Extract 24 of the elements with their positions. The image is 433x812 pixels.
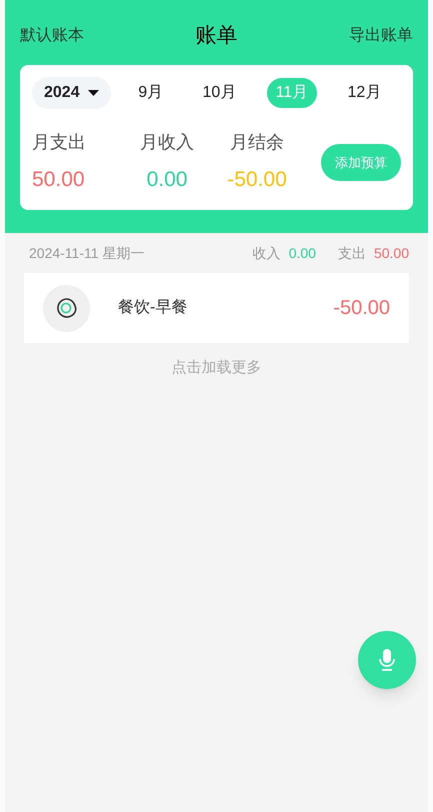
summary-value: 50.00 — [32, 167, 85, 193]
month-tab[interactable]: 12月 — [338, 78, 390, 108]
income-value: 0.00 — [288, 244, 316, 262]
amount-value: -50.00 — [333, 296, 390, 321]
transaction-row[interactable]: 餐饮-早餐 -50.00 — [24, 273, 409, 343]
year-dropdown[interactable]: 2024 — [32, 77, 111, 109]
category-icon — [43, 284, 90, 332]
summary-label: 月收入 — [140, 131, 194, 154]
month-tab[interactable]: 10月 — [193, 78, 246, 108]
summary-value: 0.00 — [146, 167, 188, 193]
expense-label: 支出 — [338, 244, 366, 262]
ledger-link[interactable]: 默认账本 — [20, 24, 84, 48]
export-link[interactable]: 导出账单 — [349, 24, 413, 48]
category-label: 餐饮-早餐 — [118, 298, 188, 318]
month-tab[interactable]: 9月 — [129, 78, 172, 108]
summary-label: 月支出 — [32, 131, 86, 154]
page-title: 账单 — [196, 23, 238, 50]
date-label: 2024-11-11 星期一 — [29, 244, 144, 262]
summary-value: -50.00 — [227, 167, 287, 193]
microphone-icon — [379, 649, 395, 671]
expense-value: 50.00 — [374, 244, 409, 262]
summary-label: 月结余 — [230, 131, 284, 154]
income-label: 收入 — [252, 244, 281, 262]
caret-icon — [88, 90, 99, 96]
